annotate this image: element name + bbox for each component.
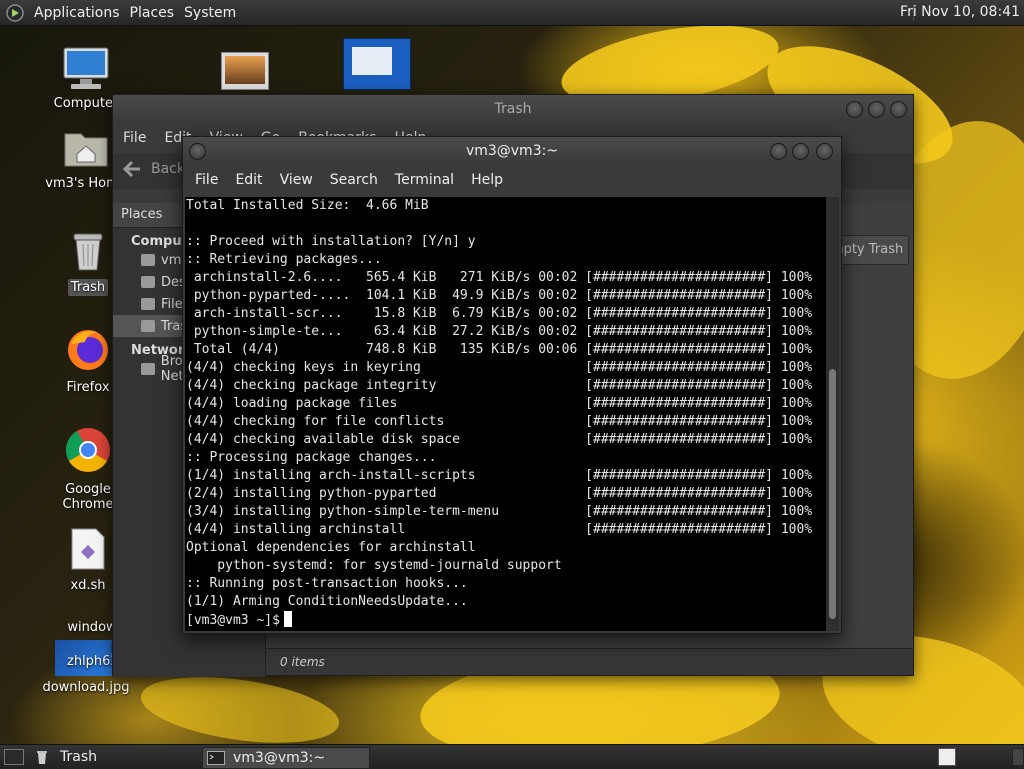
maximize-button[interactable] — [792, 143, 809, 160]
terminal-line: (4/4) checking keys in keyring [########… — [186, 360, 813, 375]
applications-menu[interactable]: Applications — [34, 5, 120, 21]
desktop-icon-label: download.jpg — [42, 680, 130, 695]
trash-icon — [141, 320, 155, 332]
terminal-line: (4/4) checking available disk space [###… — [186, 432, 813, 447]
trash-icon — [37, 751, 47, 764]
terminal-line: :: Proceed with installation? [Y/n] y — [186, 234, 476, 249]
image-thumbnail — [225, 56, 265, 84]
terminal-line: :: Processing package changes... — [186, 450, 437, 465]
taskbar-item-terminal[interactable]: vm3@vm3:~ — [202, 747, 370, 769]
taskbar-item-label: Trash — [60, 749, 97, 765]
menu-help[interactable]: Help — [471, 172, 503, 188]
terminal-scrollbar[interactable] — [826, 197, 839, 631]
back-button[interactable]: Back — [121, 159, 185, 179]
system-menu[interactable]: System — [184, 5, 236, 21]
terminal-window-title: vm3@vm3:~ — [465, 143, 559, 159]
menu-edit[interactable]: Edit — [235, 172, 262, 188]
terminal-line: archinstall-2.6.... 565.4 KiB 271 KiB/s … — [186, 270, 813, 285]
taskbar-item-trash[interactable]: Trash — [34, 747, 194, 767]
computer-icon — [63, 47, 109, 89]
window-menu-button[interactable] — [189, 143, 206, 160]
back-arrow-icon — [122, 160, 140, 178]
close-button[interactable] — [816, 143, 833, 160]
desktop-icon-label: zhlph62 — [67, 654, 119, 669]
home-folder-icon — [64, 133, 108, 167]
terminal-icon — [207, 751, 225, 765]
drive-icon — [141, 298, 155, 310]
menu-terminal[interactable]: Terminal — [395, 172, 454, 188]
terminal-line: (2/4) installing python-pyparted [######… — [186, 486, 813, 501]
terminal-line: (4/4) loading package files [###########… — [186, 396, 813, 411]
terminal-titlebar[interactable]: vm3@vm3:~ — [183, 137, 841, 165]
terminal-window[interactable]: vm3@vm3:~ File Edit View Search Terminal… — [182, 136, 842, 634]
scrollbar-thumb[interactable] — [829, 369, 836, 619]
workspace-switcher[interactable] — [938, 748, 956, 766]
terminal-line: :: Retrieving packages... — [186, 252, 382, 267]
distro-logo-icon[interactable] — [6, 3, 24, 22]
maximize-button[interactable] — [868, 101, 885, 118]
terminal-output[interactable]: Total Installed Size: 4.66 MiB :: Procee… — [185, 197, 826, 631]
close-button[interactable] — [890, 101, 907, 118]
show-desktop-button[interactable] — [4, 749, 24, 765]
terminal-line: python-pyparted-.... 104.1 KiB 49.9 KiB/… — [186, 288, 813, 303]
terminal-line: (4/4) checking for file conflicts [#####… — [186, 414, 813, 429]
terminal-line: (4/4) checking package integrity [######… — [186, 378, 813, 393]
trash-statusbar: 0 items — [266, 648, 913, 675]
desktop-icon-label: Trash — [67, 279, 109, 296]
trash-window-title: Trash — [494, 101, 532, 117]
terminal-prompt-line[interactable]: [vm3@vm3 ~]$ — [186, 611, 826, 630]
trash-icon — [73, 233, 103, 271]
terminal-menubar: File Edit View Search Terminal Help — [183, 165, 841, 195]
image-file-icon: zhlph62 bo — [55, 640, 126, 676]
desktop-icon — [141, 276, 155, 288]
terminal-line: Optional dependencies for archinstall — [186, 540, 476, 555]
terminal-line: Total Installed Size: 4.66 MiB — [186, 198, 429, 213]
terminal-line: (1/1) Arming ConditionNeedsUpdate... — [186, 594, 468, 609]
terminal-line: Total (4/4) 748.8 KiB 135 KiB/s 00:06 [#… — [186, 342, 813, 357]
chrome-icon — [66, 428, 110, 472]
terminal-line: :: Running post-transaction hooks... — [186, 576, 468, 591]
bottom-panel: Trash vm3@vm3:~ — [0, 744, 1024, 769]
workspace-switcher-extra[interactable] — [1012, 748, 1024, 766]
menu-file[interactable]: File — [123, 130, 146, 146]
screenshot-file-icon[interactable] — [343, 38, 411, 90]
menu-search[interactable]: Search — [330, 172, 378, 188]
terminal-line: python-simple-te... 63.4 KiB 27.2 KiB/s … — [186, 324, 813, 339]
terminal-line: python-systemd: for systemd-journald sup… — [186, 558, 562, 573]
item-count: 0 items — [280, 655, 325, 669]
firefox-icon — [68, 330, 108, 370]
minimize-button[interactable] — [846, 101, 863, 118]
menu-view[interactable]: View — [280, 172, 313, 188]
clock[interactable]: Fri Nov 10, 08:41 — [900, 4, 1020, 20]
image-file-icon[interactable] — [221, 52, 269, 90]
home-icon — [141, 254, 155, 266]
terminal-line: (4/4) installing archinstall [##########… — [186, 522, 813, 537]
script-file-icon — [71, 528, 105, 570]
network-icon — [141, 363, 155, 375]
terminal-line: arch-install-scr... 15.8 KiB 6.79 KiB/s … — [186, 306, 813, 321]
terminal-line: (3/4) installing python-simple-term-menu… — [186, 504, 813, 519]
trash-titlebar[interactable]: Trash — [113, 95, 913, 123]
terminal-line: (1/4) installing arch-install-scripts [#… — [186, 468, 813, 483]
terminal-prompt: [vm3@vm3 ~]$ — [186, 613, 280, 628]
top-panel: Applications Places System Fri Nov 10, 0… — [0, 0, 1024, 26]
minimize-button[interactable] — [770, 143, 787, 160]
places-menu[interactable]: Places — [130, 5, 175, 21]
terminal-cursor — [283, 611, 292, 627]
image-thumbnail — [352, 47, 392, 75]
menu-file[interactable]: File — [195, 172, 218, 188]
taskbar-item-label: vm3@vm3:~ — [233, 750, 326, 766]
back-label: Back — [151, 161, 185, 177]
